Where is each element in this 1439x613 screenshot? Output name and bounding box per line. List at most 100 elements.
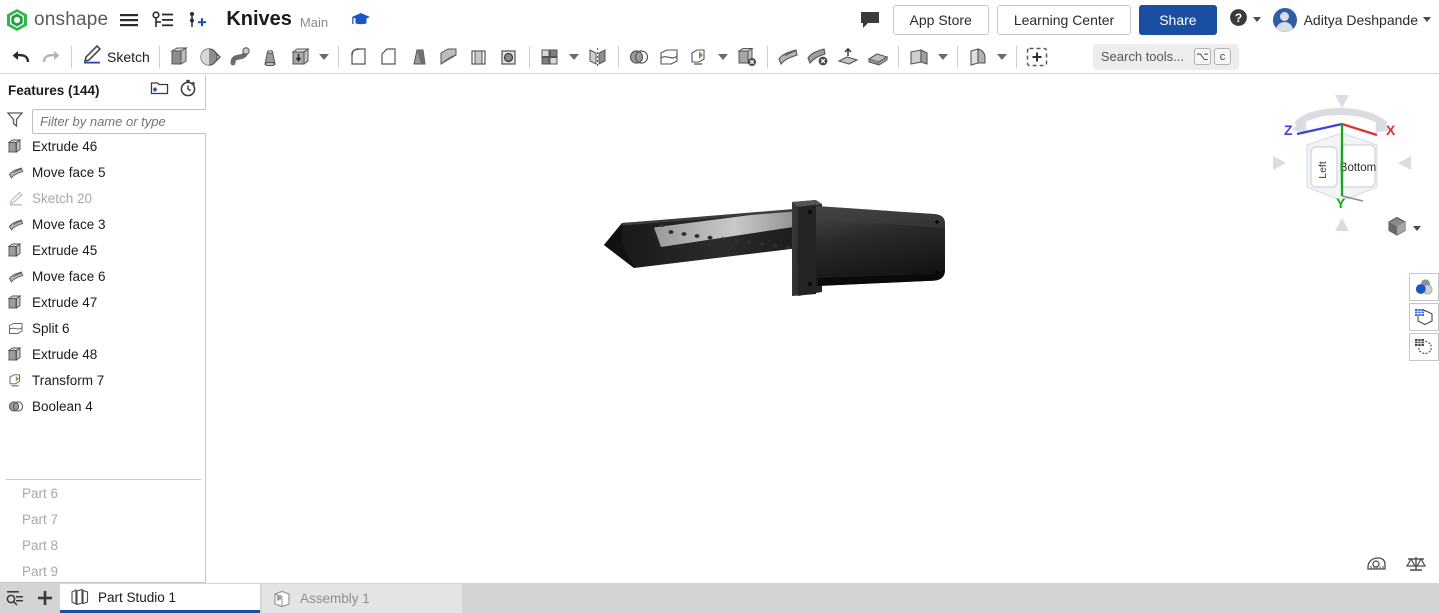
offset-surface-icon[interactable]	[865, 42, 891, 72]
features-dropdown-chevron[interactable]	[318, 53, 329, 60]
part-row[interactable]: Part 8	[0, 532, 205, 558]
mirror-icon[interactable]	[585, 42, 611, 72]
display-mode-selector[interactable]	[1386, 215, 1421, 242]
graduation-cap-icon[interactable]	[348, 6, 375, 33]
view-cube-bottom-label: Bottom	[1340, 162, 1376, 174]
boolean-icon[interactable]	[626, 42, 652, 72]
rib-icon[interactable]	[436, 42, 462, 72]
user-name-label: Aditya Deshpande	[1303, 11, 1418, 28]
insert-new-icon[interactable]	[184, 7, 210, 33]
search-tools-placeholder: Search tools...	[1100, 49, 1184, 64]
help-question-icon: ?	[1229, 8, 1248, 32]
loft-icon[interactable]	[257, 42, 283, 72]
tab-part-studio-1[interactable]: Part Studio 1	[60, 584, 260, 613]
add-tab-plus-icon[interactable]	[30, 583, 60, 613]
onshape-logo[interactable]: onshape	[6, 8, 108, 32]
feature-label: Move face 6	[32, 268, 106, 284]
feature-row[interactable]: Move face 5	[0, 159, 205, 185]
feature-row[interactable]: Extrude 47	[0, 289, 205, 315]
feature-row[interactable]: Boolean 4	[0, 393, 205, 419]
draft-icon[interactable]	[406, 42, 432, 72]
delete-face-icon[interactable]	[805, 42, 831, 72]
knife-3d-model[interactable]	[604, 200, 949, 310]
hamburger-menu-icon[interactable]	[116, 7, 142, 33]
view-cube-left-label: Left	[1317, 161, 1329, 179]
sketch-icon	[7, 190, 25, 206]
mass-properties-scale-icon[interactable]	[1405, 555, 1427, 573]
toolbar-divider	[1015, 45, 1017, 68]
transform-icon[interactable]	[686, 42, 712, 72]
measure-tape-icon[interactable]	[1365, 555, 1387, 573]
feature-row[interactable]: Transform 7	[0, 367, 205, 393]
search-tabs-icon[interactable]	[0, 583, 30, 613]
pattern-icon[interactable]	[537, 42, 563, 72]
graphics-viewport[interactable]: Left Bottom X Z Y	[206, 75, 1439, 583]
part-row[interactable]: Part 9	[0, 558, 205, 584]
feature-label: Sketch 20	[32, 190, 93, 206]
tab-assembly-1[interactable]: Assembly 1	[262, 584, 462, 613]
shell-icon[interactable]	[466, 42, 492, 72]
new-folder-icon[interactable]	[150, 79, 169, 101]
search-shortcut-c-key: c	[1214, 48, 1231, 65]
plane-dropdown-chevron[interactable]	[937, 53, 948, 60]
tab-label: Part Studio 1	[98, 589, 177, 605]
thicken-icon[interactable]	[287, 42, 313, 72]
feature-row[interactable]: Extrude 48	[0, 341, 205, 367]
undo-arrow-icon[interactable]	[8, 42, 34, 72]
extrude-icon[interactable]	[167, 42, 193, 72]
toolbar-divider	[528, 45, 530, 68]
filter-funnel-icon[interactable]	[6, 110, 24, 133]
feature-label: Extrude 46	[32, 138, 98, 154]
part-studio-icon	[70, 588, 90, 606]
fillet-icon[interactable]	[346, 42, 372, 72]
learning-center-button[interactable]: Learning Center	[996, 4, 1132, 35]
feature-tree-list[interactable]: Extrude 46 Move face 5 Sketch 20 Move face …	[0, 133, 205, 479]
version-graph-icon[interactable]	[150, 7, 176, 33]
replace-face-icon[interactable]	[835, 42, 861, 72]
axis-y-label: Y	[1336, 195, 1346, 211]
sheet-metal-dropdown-chevron[interactable]	[996, 53, 1007, 60]
sketch-button[interactable]: Sketch	[77, 44, 154, 69]
delete-part-icon[interactable]	[734, 42, 760, 72]
transform-dropdown-chevron[interactable]	[717, 53, 728, 60]
split-icon[interactable]	[656, 42, 682, 72]
features-filter-input[interactable]	[32, 108, 226, 134]
feature-toolbar: Sketch Search tools... ⌥ c	[0, 40, 1439, 74]
redo-arrow-icon[interactable]	[38, 42, 64, 72]
feature-row[interactable]: Move face 3	[0, 211, 205, 237]
feature-row[interactable]: Split 6	[0, 315, 205, 341]
transform-icon	[7, 372, 25, 388]
move-face-icon[interactable]	[775, 42, 801, 72]
render-studio-icon[interactable]	[1409, 303, 1439, 331]
app-store-button[interactable]: App Store	[892, 4, 989, 35]
chamfer-icon[interactable]	[376, 42, 402, 72]
tab-label: Assembly 1	[300, 591, 370, 606]
share-button[interactable]: Share	[1139, 4, 1217, 35]
search-tools-box[interactable]: Search tools... ⌥ c	[1092, 43, 1239, 70]
comment-bubble-icon[interactable]	[859, 10, 881, 30]
part-label: Part 6	[22, 485, 59, 501]
feature-row[interactable]: Sketch 20	[0, 185, 205, 211]
chevron-down-icon	[1413, 226, 1421, 231]
part-row[interactable]: Part 7	[0, 506, 205, 532]
hole-icon[interactable]	[496, 42, 522, 72]
mesh-view-icon[interactable]	[1409, 333, 1439, 361]
revolve-icon[interactable]	[197, 42, 223, 72]
part-label: Part 7	[22, 511, 59, 527]
plane-icon[interactable]	[906, 42, 932, 72]
pattern-dropdown-chevron[interactable]	[568, 53, 579, 60]
user-menu[interactable]: Aditya Deshpande	[1272, 7, 1431, 32]
sweep-icon[interactable]	[227, 42, 253, 72]
feature-row[interactable]: Move face 6	[0, 263, 205, 289]
part-row[interactable]: Part 6	[0, 480, 205, 506]
user-avatar-icon	[1272, 7, 1297, 32]
feature-label: Move face 3	[32, 216, 106, 232]
appearance-icon[interactable]	[1409, 273, 1439, 301]
feature-row[interactable]: Extrude 46	[0, 133, 205, 159]
rollback-timer-icon[interactable]	[179, 79, 197, 102]
help-menu[interactable]: ?	[1229, 8, 1261, 32]
document-branch: Main	[299, 14, 329, 30]
feature-row[interactable]: Extrude 45	[0, 237, 205, 263]
variable-icon[interactable]	[1024, 42, 1050, 72]
sheet-metal-icon[interactable]	[965, 42, 991, 72]
